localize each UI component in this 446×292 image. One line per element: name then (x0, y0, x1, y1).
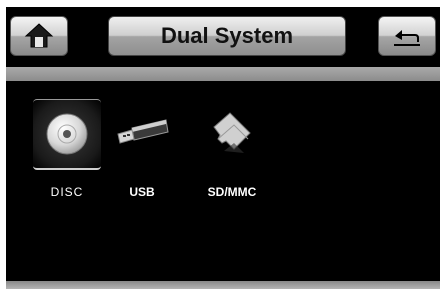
disc-icon (46, 113, 88, 155)
page-title: Dual System (160, 23, 294, 48)
back-arrow-icon (394, 30, 420, 46)
bottom-bar (6, 281, 440, 289)
home-button[interactable] (10, 16, 68, 56)
source-list: DISC USB SD/MMC (6, 81, 440, 281)
usb-icon (117, 119, 169, 144)
dual-system-screen: Dual System DISC USB SD/MMC (6, 7, 440, 289)
source-label: SD/MMC (207, 185, 257, 199)
home-icon (24, 23, 54, 48)
top-bar: Dual System (6, 7, 440, 67)
source-label: DISC (50, 185, 84, 199)
back-button[interactable] (378, 16, 436, 56)
header-divider (6, 67, 440, 81)
source-usb[interactable]: USB (102, 97, 182, 199)
source-disc[interactable]: DISC (27, 97, 107, 199)
source-label: USB (129, 185, 155, 199)
sd-card-icon (213, 112, 251, 153)
source-sd-mmc[interactable]: SD/MMC (192, 97, 272, 199)
title-bar: Dual System (108, 16, 346, 56)
